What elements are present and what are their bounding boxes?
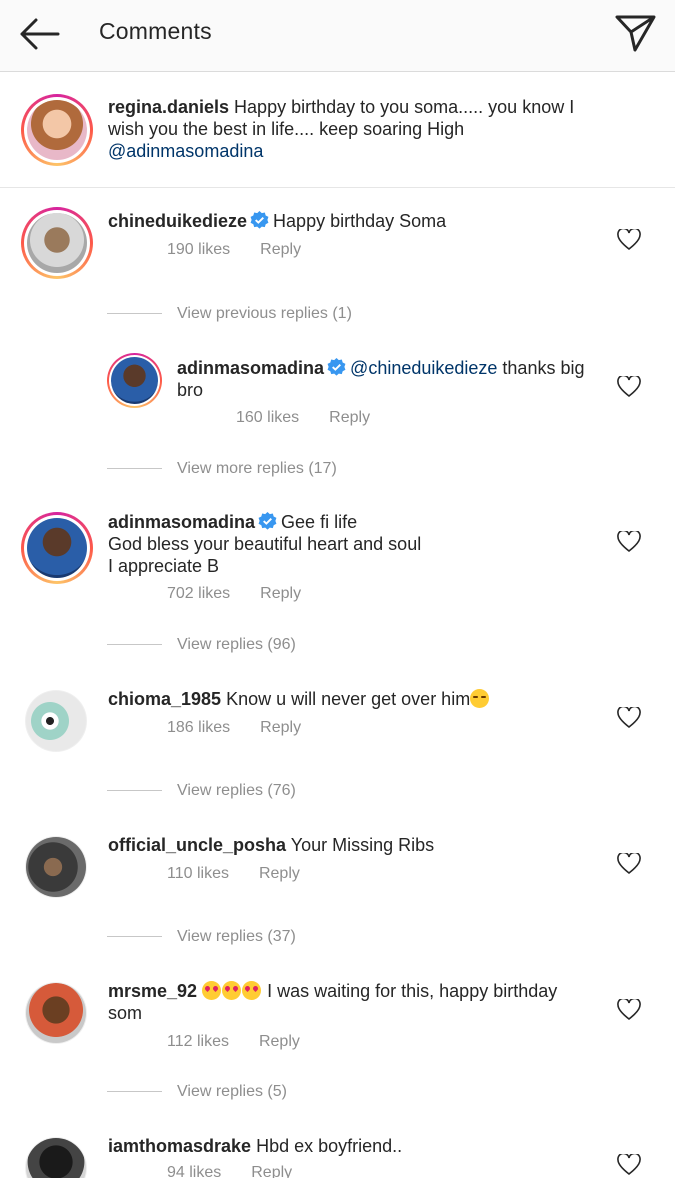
likes-count[interactable]: 112 likes [167,1033,229,1050]
view-replies-button[interactable]: View replies (5) [107,1083,287,1101]
verified-badge-icon [250,211,269,229]
comment-text: iamthomasdrake Hbd ex boyfriend.. [108,1135,603,1157]
likes-count[interactable]: 186 likes [167,719,230,736]
comment-mention[interactable]: @chineduikedieze [350,358,497,378]
comment-body: Your Missing Ribs [286,835,435,855]
verified-badge-icon [327,358,346,376]
laughing-emoji-icon [470,689,490,708]
comment-username[interactable]: official_uncle_posha [108,835,286,855]
divider-line [107,1091,162,1093]
view-replies-button[interactable]: View replies (96) [107,636,296,654]
avatar[interactable] [25,1137,87,1178]
back-arrow-icon[interactable] [16,14,64,54]
comment-body: Hbd ex boyfriend.. [251,1136,403,1156]
heart-eyes-emoji-icon [242,981,262,1000]
comment-text: adinmasomadina Gee fi life God bless your… [108,511,603,577]
view-replies-label: View previous replies (1) [177,305,352,322]
avatar[interactable] [25,982,87,1044]
page-title: Comments [99,18,212,44]
heart-icon[interactable] [617,376,641,398]
view-replies-button[interactable]: View replies (37) [107,928,296,946]
divider-line [107,313,162,315]
likes-count[interactable]: 702 likes [167,585,230,602]
view-replies-label: View replies (96) [177,636,296,653]
heart-eyes-emoji-icon [202,981,222,1000]
comment-username[interactable]: chineduikedieze [108,211,247,231]
view-replies-label: View replies (76) [177,782,296,799]
comment-meta: 160 likes Reply [236,409,370,427]
post-caption: regina.daniels Happy birthday to you som… [0,73,675,188]
comment-text: chineduikedieze Happy birthday Soma [108,210,603,232]
heart-icon[interactable] [617,531,641,553]
heart-icon[interactable] [617,707,641,729]
avatar[interactable] [21,94,93,166]
view-replies-button[interactable]: View replies (76) [107,782,296,800]
heart-icon[interactable] [617,229,641,251]
view-replies-button[interactable]: View previous replies (1) [107,305,352,323]
heart-eyes-emoji-icon [222,981,242,1000]
reply-button[interactable]: Reply [251,1164,292,1178]
comment-meta: 94 likes Reply [167,1164,292,1178]
reply-button[interactable]: Reply [259,1033,300,1050]
comment-username[interactable]: mrsme_92 [108,981,197,1001]
view-replies-button[interactable]: View more replies (17) [107,460,337,478]
avatar[interactable] [25,836,87,898]
reply-button[interactable]: Reply [260,719,301,736]
heart-icon[interactable] [617,853,641,875]
divider-line [107,936,162,938]
comment-username[interactable]: adinmasomadina [177,358,324,378]
verified-badge-icon [258,512,277,530]
reply-button[interactable]: Reply [329,409,370,426]
comment-body-line3: I appreciate B [108,556,220,576]
reply-button[interactable]: Reply [260,241,301,258]
comment-meta: 186 likes Reply [167,719,301,737]
comment-body-line1: Gee fi life [281,512,358,532]
divider-line [107,468,162,470]
view-replies-label: View replies (37) [177,928,296,945]
avatar[interactable] [25,690,87,752]
comment-meta: 702 likes Reply [167,585,301,603]
comment-username[interactable]: chioma_1985 [108,689,221,709]
comment-body: Happy birthday Soma [273,211,447,231]
view-replies-label: View replies (5) [177,1083,287,1100]
avatar[interactable] [21,512,93,584]
reply-button[interactable]: Reply [260,585,301,602]
comment-meta: 190 likes Reply [167,241,301,259]
avatar[interactable] [107,353,162,408]
comment-text: official_uncle_posha Your Missing Ribs [108,834,603,856]
divider-line [107,790,162,792]
caption-username[interactable]: regina.daniels [108,97,229,117]
likes-count[interactable]: 110 likes [167,865,229,882]
comment-username[interactable]: iamthomasdrake [108,1136,251,1156]
heart-icon[interactable] [617,999,641,1021]
direct-message-icon[interactable] [612,12,658,54]
comment-body-line2: God bless your beautiful heart and soul [108,534,422,554]
avatar[interactable] [21,207,93,279]
reply-button[interactable]: Reply [259,865,300,882]
divider-line [107,644,162,646]
comment-meta: 110 likes Reply [167,865,300,883]
caption-mention[interactable]: @adinmasomadina [108,141,263,161]
comment-text: mrsme_92 I was waiting for this, happy b… [108,980,588,1024]
likes-count[interactable]: 160 likes [236,409,299,426]
comment-text: adinmasomadina @chineduikedieze thanks bi… [177,357,597,401]
comment-body: Know u will never get over him [221,689,471,709]
caption-text: regina.daniels Happy birthday to you som… [108,96,603,162]
comment-username[interactable]: adinmasomadina [108,512,255,532]
comment-meta: 112 likes Reply [167,1033,300,1051]
likes-count[interactable]: 94 likes [167,1164,221,1178]
heart-icon[interactable] [617,1154,641,1176]
comment-text: chioma_1985 Know u will never get over h… [108,688,603,710]
top-bar: Comments [0,0,675,72]
likes-count[interactable]: 190 likes [167,241,230,258]
view-replies-label: View more replies (17) [177,460,337,477]
